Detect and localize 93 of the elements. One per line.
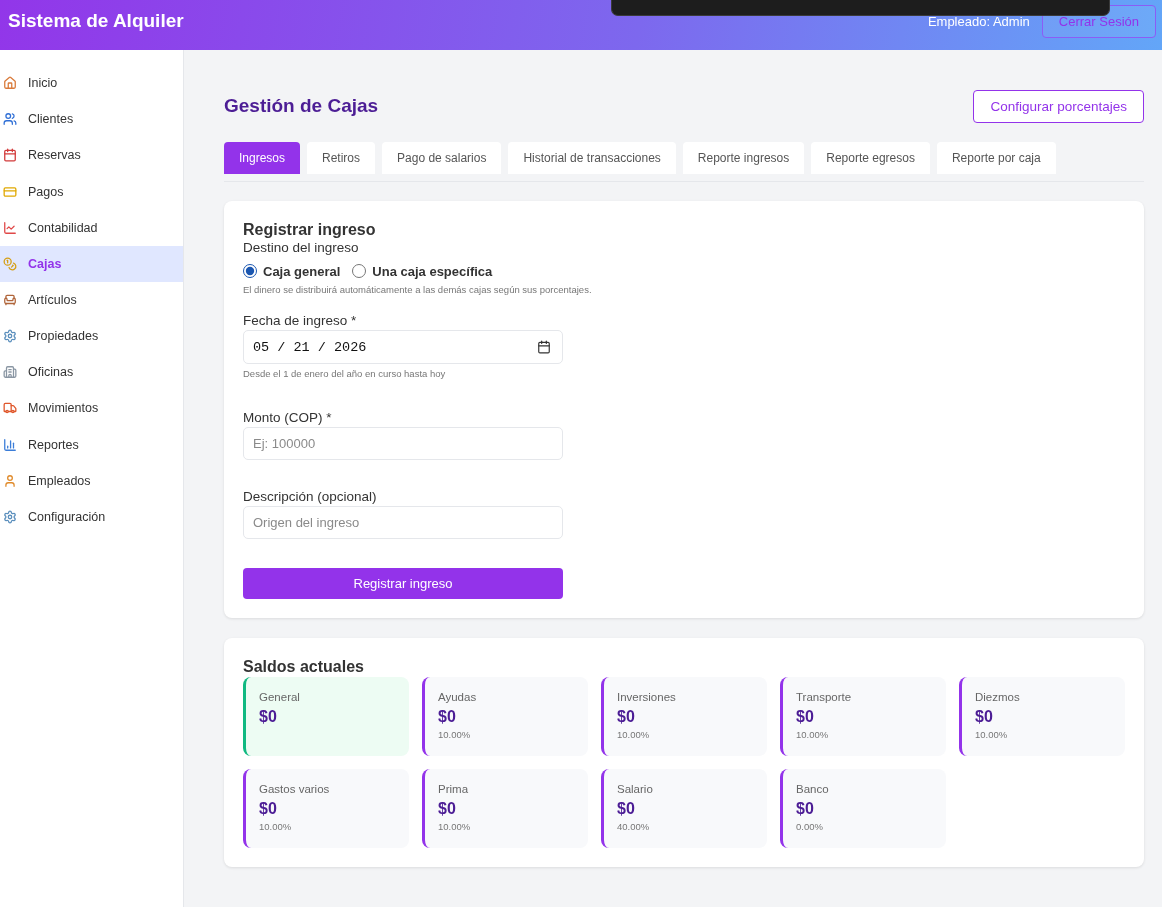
bar-chart-icon — [3, 437, 17, 452]
building-icon — [3, 365, 17, 380]
settings-icon — [3, 509, 17, 524]
card-title: Registrar ingreso — [243, 220, 377, 239]
sidebar-item-label: Propiedades — [28, 329, 99, 344]
balance-percent: 10.00% — [796, 729, 830, 741]
sidebar-item[interactable]: Pagos — [0, 173, 183, 210]
calendar-icon[interactable] — [537, 340, 551, 354]
submit-button[interactable]: Registrar ingreso — [243, 568, 563, 599]
balance-percent: 10.00% — [617, 729, 651, 741]
sidebar-item[interactable]: Configuración — [0, 498, 183, 536]
sidebar-item[interactable]: Cajas — [0, 245, 183, 282]
sidebar-item[interactable]: Contabilidad — [0, 209, 183, 246]
balance-percent: 10.00% — [259, 821, 293, 833]
field-label: Monto (COP) * — [243, 409, 333, 426]
radio-label[interactable]: Caja general — [263, 263, 341, 279]
card-title: Saldos actuales — [243, 657, 365, 676]
person-icon — [3, 473, 17, 488]
balance-name: Gastos varios — [259, 782, 331, 796]
date-field[interactable]: 05 / 21 / 2026 — [243, 330, 563, 364]
hint-text: El dinero se distribuirá automáticamente a las demás cajas según sus porcentajes. — [243, 284, 593, 296]
sidebar-item-label: Pagos — [28, 184, 64, 199]
balance-amount: $0 — [617, 799, 636, 819]
sidebar-item[interactable]: Movimientos — [0, 390, 183, 427]
tab[interactable]: Retiros — [307, 142, 376, 174]
balance-percent: 10.00% — [975, 729, 1009, 741]
balance-percent: 10.00% — [438, 821, 472, 833]
sidebar-item-label: Reportes — [28, 437, 79, 452]
tab[interactable]: Reporte por caja — [936, 142, 1056, 174]
sidebar-item-label: Cajas — [28, 256, 62, 271]
sidebar-item[interactable]: Empleados — [0, 462, 183, 499]
sidebar-item-label: Contabilidad — [28, 220, 98, 235]
sidebar-item-label: Inicio — [28, 76, 58, 91]
balance-amount: $0 — [796, 707, 815, 727]
sidebar-item-label: Oficinas — [28, 365, 74, 380]
balance-percent: 0.00% — [796, 821, 824, 833]
tab[interactable]: Pago de salarios — [382, 142, 502, 174]
credit-card-icon — [3, 184, 17, 199]
sidebar-item[interactable]: Reportes — [0, 426, 183, 463]
app-title: Sistema de Alquiler — [8, 10, 184, 32]
radio-button[interactable] — [243, 264, 257, 278]
balance-percent: 40.00% — [617, 821, 651, 833]
tab[interactable]: Ingresos — [224, 142, 301, 174]
amount-field[interactable]: Ej: 100000 — [243, 427, 563, 460]
balance-percent: 10.00% — [438, 729, 472, 741]
balance-name: Salario — [617, 782, 654, 796]
description-field[interactable]: Origen del ingreso — [243, 506, 563, 539]
sidebar-item[interactable]: Oficinas — [0, 354, 183, 391]
balance-name: Inversiones — [617, 690, 677, 704]
calendar-icon — [3, 148, 17, 163]
balance-amount: $0 — [975, 707, 994, 727]
sidebar-item-label: Clientes — [28, 112, 74, 127]
sidebar-item[interactable]: Inicio — [0, 65, 183, 102]
balance-amount: $0 — [438, 707, 457, 727]
house-icon — [3, 76, 17, 91]
settings-icon — [3, 329, 17, 344]
sidebar-item[interactable]: Propiedades — [0, 318, 183, 355]
coins-icon — [3, 256, 17, 271]
field-label: Destino del ingreso — [243, 239, 360, 256]
balance-amount: $0 — [617, 707, 636, 727]
balance-name: Ayudas — [438, 690, 478, 704]
chair-icon — [3, 293, 17, 307]
radio-label[interactable]: Una caja específica — [372, 263, 493, 279]
truck-icon — [3, 401, 17, 416]
tab[interactable]: Reporte ingresos — [682, 142, 805, 174]
user-label: Empleado: Admin — [927, 13, 1030, 29]
users-icon — [3, 112, 17, 127]
page-title: Gestión de Cajas — [224, 95, 379, 117]
sidebar-item-label: Empleados — [28, 473, 91, 488]
balance-name: General — [259, 690, 301, 704]
line-chart-icon — [3, 220, 17, 235]
balance-amount: $0 — [259, 799, 278, 819]
balance-name: Banco — [796, 782, 830, 796]
sidebar-item[interactable]: Reservas — [0, 137, 183, 174]
sidebar-item-label: Artículos — [28, 293, 77, 307]
sidebar-item[interactable]: Artículos — [0, 281, 183, 319]
balance-amount: $0 — [438, 799, 457, 819]
radio-button[interactable] — [352, 264, 367, 278]
field-label: Descripción (opcional) — [243, 488, 378, 505]
balance-name: Diezmos — [975, 690, 1021, 704]
field-label: Fecha de ingreso * — [243, 312, 358, 329]
balance-name: Transporte — [796, 690, 853, 704]
tab[interactable]: Reporte egresos — [811, 142, 930, 174]
configure-percentages-button[interactable]: Configurar porcentajes — [973, 89, 1144, 123]
balance-amount: $0 — [796, 799, 815, 819]
hint-text: Desde el 1 de enero del año en curso hasta hoy — [243, 368, 447, 380]
sidebar-item[interactable]: Clientes — [0, 101, 183, 138]
sidebar-item-label: Reservas — [28, 148, 81, 163]
tab[interactable]: Historial de transacciones — [508, 142, 676, 174]
balance-name: Prima — [438, 782, 470, 796]
sidebar-item-label: Configuración — [28, 509, 106, 524]
sidebar-item-label: Movimientos — [28, 401, 99, 416]
balance-amount: $0 — [259, 707, 278, 727]
